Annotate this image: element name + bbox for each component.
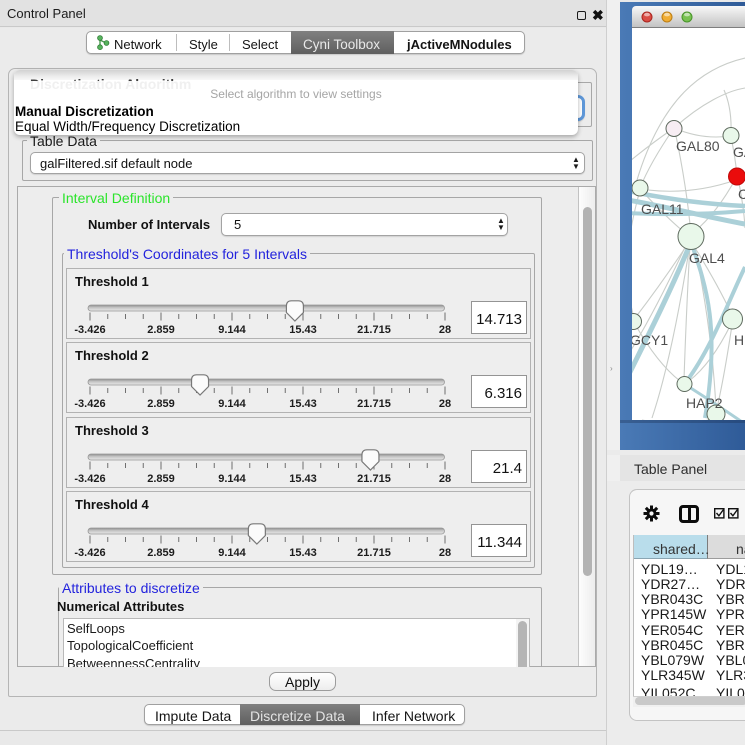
svg-text:GCY1: GCY1 — [632, 332, 668, 348]
svg-text:-3.426: -3.426 — [74, 547, 105, 559]
svg-text:GAL11: GAL11 — [641, 201, 684, 217]
svg-text:-3.426: -3.426 — [74, 473, 105, 485]
svg-text:GAL80: GAL80 — [676, 138, 720, 154]
svg-text:2.859: 2.859 — [147, 324, 175, 336]
svg-text:GAL4: GAL4 — [689, 250, 725, 266]
svg-text:9.144: 9.144 — [218, 398, 246, 410]
svg-text:15.43: 15.43 — [289, 473, 317, 485]
svg-text:15.43: 15.43 — [289, 324, 317, 336]
svg-text:-3.426: -3.426 — [74, 398, 105, 410]
svg-text:C: C — [738, 186, 745, 202]
svg-text:2.859: 2.859 — [147, 398, 175, 410]
svg-text:GA: GA — [733, 144, 745, 160]
svg-text:2.859: 2.859 — [147, 473, 175, 485]
svg-text:28: 28 — [439, 547, 451, 559]
svg-text:21.715: 21.715 — [357, 324, 391, 336]
svg-text:28: 28 — [439, 398, 451, 410]
svg-text:28: 28 — [439, 324, 451, 336]
svg-text:28: 28 — [439, 473, 451, 485]
svg-text:9.144: 9.144 — [218, 473, 246, 485]
svg-text:15.43: 15.43 — [289, 547, 317, 559]
svg-text:2.859: 2.859 — [147, 547, 175, 559]
svg-text:-3.426: -3.426 — [74, 324, 105, 336]
svg-text:H: H — [734, 332, 744, 348]
svg-text:HAP2: HAP2 — [686, 395, 723, 411]
svg-text:21.715: 21.715 — [357, 547, 391, 559]
svg-text:9.144: 9.144 — [218, 324, 246, 336]
svg-text:21.715: 21.715 — [357, 473, 391, 485]
svg-text:15.43: 15.43 — [289, 398, 317, 410]
svg-text:21.715: 21.715 — [357, 398, 391, 410]
svg-text:9.144: 9.144 — [218, 547, 246, 559]
